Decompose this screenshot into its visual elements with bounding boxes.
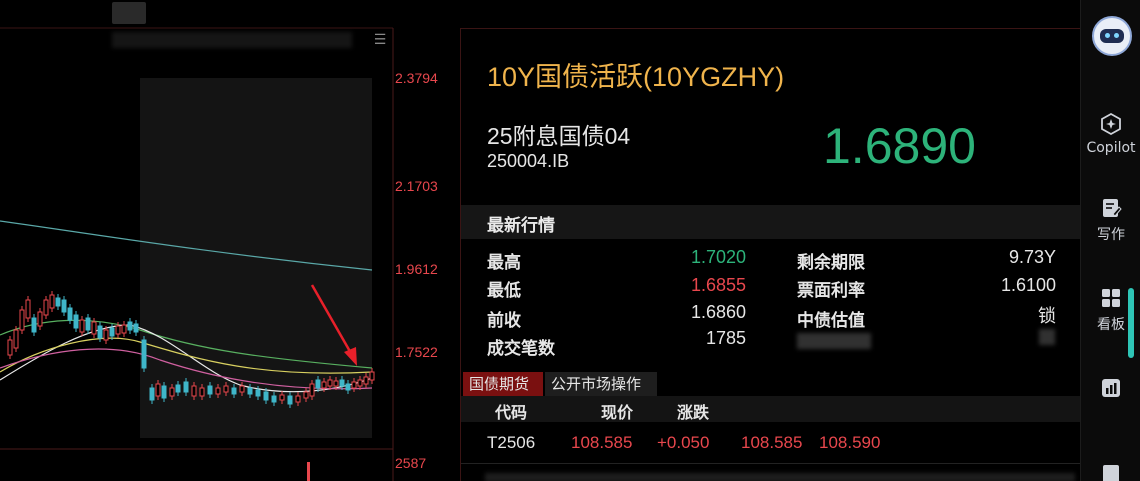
tab-treasury-futures[interactable]: 国债期货 [463,372,543,396]
write-label: 写作 [1097,227,1125,243]
blurred-value [1039,329,1055,345]
axis-label-1: 2.3794 [395,70,438,86]
book-button[interactable] [1081,462,1140,481]
column-change[interactable]: 涨跌 [677,399,709,423]
value-high: 1.7020 [690,247,746,267]
copilot-label: Copilot [1086,140,1136,156]
latest-quote-header: 最新行情 [461,205,1081,239]
column-price[interactable]: 现价 [601,399,633,423]
row-ask: 108.590 [819,433,881,452]
board-icon [1102,289,1120,307]
copilot-icon [1101,112,1121,136]
current-price: 1.6890 [823,118,976,174]
write-button[interactable]: 写作 [1081,196,1140,244]
robot-avatar-icon[interactable] [1092,16,1132,56]
bond-name: 25附息国债04 [487,123,631,149]
bar-chart-icon [1102,379,1120,397]
bond-code: 250004.IB [487,151,570,171]
volume-bar [307,462,310,481]
value-coupon-rate: 1.6100 [1000,275,1056,295]
board-label: 看板 [1097,317,1125,333]
table-row-partial [485,473,1075,481]
row-separator [461,463,1081,464]
row-price: 108.585 [571,433,633,452]
axis-label-volume: 2587 [395,455,427,471]
row-bid: 108.585 [741,433,803,452]
kline-chart[interactable] [0,0,460,481]
axis-label-4: 1.7522 [395,344,438,360]
axis-label-2: 2.1703 [395,178,438,194]
value-low: 1.6855 [690,275,746,295]
label-remaining-term: 剩余期限 [797,253,865,273]
lock-icon: 锁 [1038,306,1056,326]
label-valuation: 中债估值 [797,311,865,331]
value-prev-close: 1.6860 [690,302,746,322]
value-trade-count: 1785 [705,328,746,348]
chart-panel[interactable]: ☰ 2.3794 2.1703 1.9612 1.7522 2587 [0,0,460,481]
label-low: 最低 [487,281,521,301]
toolbar-scrollbar[interactable] [1128,288,1134,358]
tab-row: 国债期货 公开市场操作 [461,372,1081,396]
label-high: 最高 [487,253,521,273]
row-code[interactable]: T2506 [487,433,535,453]
axis-label-3: 1.9612 [395,261,438,277]
table-header: 代码 现价 涨跌 [461,396,1081,422]
instrument-title: 10Y国债活跃(10YGZHY) [487,62,785,92]
section-title: 最新行情 [487,216,555,236]
chart-tool-button[interactable] [1081,376,1140,404]
write-icon [1103,199,1122,217]
row-change: +0.050 [657,433,710,452]
value-remaining-term: 9.73Y [1008,247,1056,267]
label-coupon-rate: 票面利率 [797,281,865,301]
quote-panel: 10Y国债活跃(10YGZHY) 25附息国债04 250004.IB 1.68… [460,28,1081,481]
column-code[interactable]: 代码 [495,399,527,423]
tab-open-market-operations[interactable]: 公开市场操作 [545,372,657,396]
blurred-label [797,333,871,349]
right-toolbar: Copilot 写作 看板 [1080,0,1140,481]
label-prev-close: 前收 [487,311,521,331]
label-trade-count: 成交笔数 [487,339,555,359]
book-icon [1103,465,1119,481]
copilot-button[interactable]: Copilot [1081,112,1140,156]
